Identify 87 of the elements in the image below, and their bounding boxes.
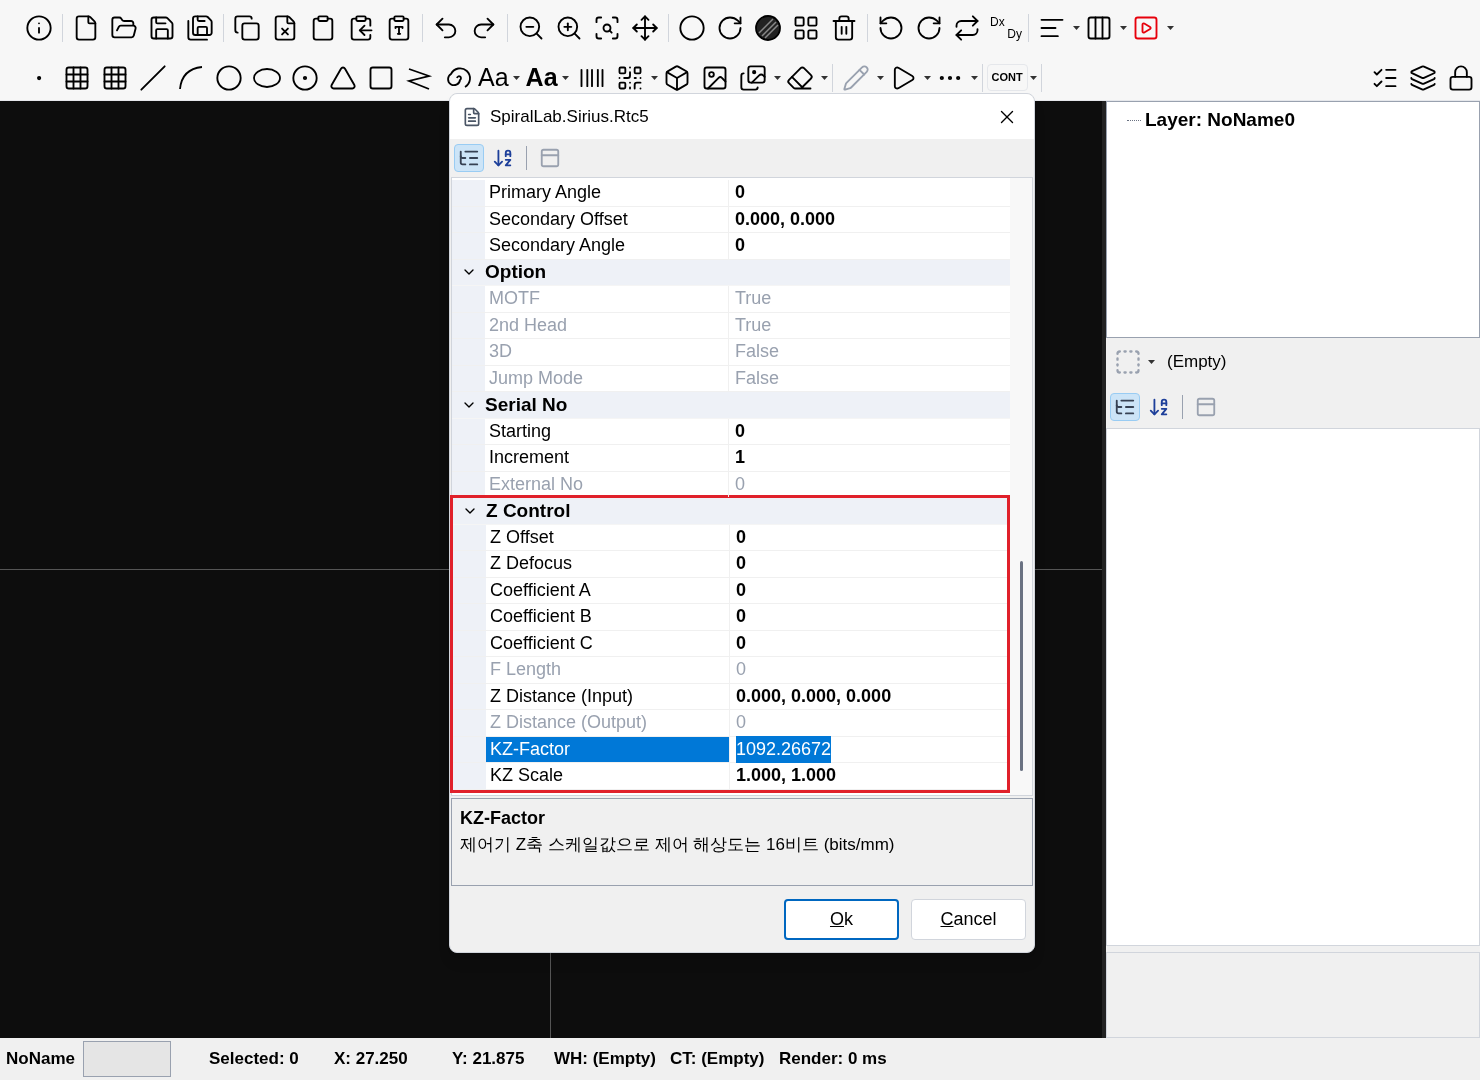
dialog-button[interactable]: Cancel — [911, 899, 1026, 940]
property-row[interactable]: KZ-Factor 1092.26672 — [453, 736, 1007, 763]
category-row[interactable]: Serial No — [452, 392, 1010, 419]
property-value: 0 — [736, 711, 746, 735]
property-value: 0 — [736, 631, 746, 655]
scrollbar[interactable] — [1010, 178, 1032, 795]
status-item: Selected: 0 — [208, 1048, 300, 1071]
property-row[interactable]: Secondary Offset 0.000, 0.000 — [452, 206, 1010, 233]
caret-icon — [561, 75, 569, 80]
property-value: 0 — [735, 234, 745, 258]
property-value: False — [735, 340, 779, 364]
property-name[interactable]: Z Offset — [486, 524, 730, 550]
caret-icon — [1148, 360, 1155, 364]
status-item: X: 27.250 — [333, 1048, 409, 1071]
property-value: 1.000, 1.000 — [736, 764, 837, 788]
property-value: 1 — [735, 446, 745, 470]
status-name: NoName — [5, 1048, 75, 1071]
property-row[interactable]: Z Distance (Input) 0.000, 0.000, 0.000 — [453, 683, 1007, 710]
property-name[interactable]: Z Distance (Input) — [486, 683, 730, 709]
property-value: False — [735, 366, 779, 390]
categorized-icon[interactable] — [1110, 393, 1140, 421]
caret-icon — [820, 75, 828, 80]
property-row[interactable]: Starting 0 — [452, 418, 1010, 445]
selection-label: (Empty) — [1167, 351, 1227, 374]
categorized-icon[interactable] — [454, 144, 484, 172]
caret-icon — [1029, 75, 1037, 80]
property-name[interactable]: Starting — [485, 418, 729, 444]
property-name[interactable]: KZ-Factor — [486, 736, 730, 762]
property-value: 0 — [735, 472, 745, 496]
dialog-button[interactable]: Ok — [784, 899, 899, 940]
category-label: Serial No — [485, 392, 568, 417]
caret-icon — [512, 75, 520, 80]
dx-dy-button[interactable]: Dx Dy — [986, 8, 1024, 47]
property-value: 0.000, 0.000 — [735, 207, 836, 231]
property-value: 0 — [735, 181, 745, 205]
property-row[interactable]: Increment 1 — [452, 445, 1010, 472]
property-row[interactable]: Z Defocus 0 — [453, 551, 1007, 578]
category-label: Option — [485, 260, 547, 284]
description-text: 제어기 Z축 스케일값으로 제어 해상도는 16비트 (bits/mm) — [460, 834, 896, 856]
property-value: 0 — [736, 658, 746, 682]
window-title: SpiralLab.Sirius.Rtc5 — [490, 105, 649, 128]
property-name[interactable]: Z Defocus — [486, 551, 730, 577]
tree-item[interactable]: Layer: NoName0 — [1145, 106, 1295, 135]
property-name[interactable]: Coefficient B — [486, 604, 730, 630]
status-item: WH: (Empty) — [553, 1048, 657, 1071]
property-value: True — [735, 313, 772, 337]
property-row[interactable]: Coefficient C 0 — [453, 630, 1007, 657]
property-value: 0 — [736, 525, 746, 549]
property-row[interactable]: KZ Scale 1.000, 1.000 — [453, 763, 1007, 790]
document-icon — [462, 106, 482, 127]
status-item: Y: 21.875 — [451, 1048, 526, 1071]
category-label: Z Control — [486, 498, 571, 523]
status-item: CT: (Empty) — [669, 1048, 766, 1071]
property-name[interactable]: Secondary Offset — [485, 206, 729, 232]
property-value: 1092.26672 — [736, 735, 832, 763]
caret-icon — [970, 75, 978, 80]
property-name[interactable]: Primary Angle — [485, 180, 729, 206]
font-button[interactable]: Aa — [476, 58, 511, 97]
property-name[interactable]: Coefficient C — [486, 630, 730, 656]
property-row[interactable]: Secondary Angle 0 — [452, 233, 1010, 260]
caret-icon — [876, 75, 884, 80]
property-name[interactable]: KZ Scale — [486, 763, 730, 789]
property-value: True — [735, 287, 772, 311]
property-value: 0 — [735, 419, 745, 443]
property-row[interactable]: Coefficient A 0 — [453, 577, 1007, 604]
property-name[interactable]: Secondary Angle — [485, 233, 729, 259]
caret-icon — [650, 75, 658, 80]
status-item: Render: 0 ms — [778, 1048, 888, 1071]
caret-icon — [1167, 25, 1174, 30]
caret-icon — [1120, 25, 1127, 30]
property-name[interactable]: Coefficient A — [486, 577, 730, 603]
category-row[interactable]: Z Control — [453, 498, 1007, 525]
property-row[interactable]: Z Offset 0 — [453, 524, 1007, 551]
property-value: 0 — [736, 552, 746, 576]
caret-icon — [773, 75, 781, 80]
category-row[interactable]: Option — [452, 259, 1010, 286]
property-row[interactable]: Coefficient B 0 — [453, 604, 1007, 631]
cont-button[interactable]: CONT — [986, 64, 1028, 91]
font-button[interactable]: Aa — [523, 58, 560, 97]
property-value: 0 — [736, 578, 746, 602]
caret-icon — [1073, 25, 1080, 30]
description-title: KZ-Factor — [460, 807, 546, 830]
caret-icon — [923, 75, 931, 80]
property-row[interactable]: Primary Angle 0 — [452, 180, 1010, 207]
property-value: 0 — [736, 605, 746, 629]
property-name[interactable]: Increment — [485, 445, 729, 471]
property-value: 0.000, 0.000, 0.000 — [736, 684, 892, 708]
